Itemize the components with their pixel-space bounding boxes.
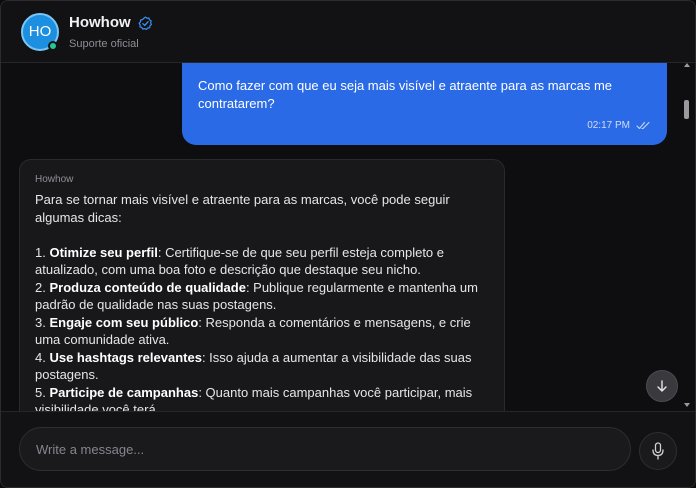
user-message-bubble: Como fazer com que eu seja mais visível … [182,63,667,145]
contact-name: Howhow [69,14,131,31]
chat-header: HO Howhow Suporte oficial [1,1,695,63]
arrow-down-icon [657,380,667,392]
scroll-to-bottom-button[interactable] [646,370,678,402]
message-input[interactable] [19,427,631,471]
microphone-button[interactable] [639,432,677,470]
tip-item: 3. Engaje com seu público: Responda a co… [35,314,471,348]
user-message-text: Como fazer com que eu seja mais visível … [198,78,613,111]
scroll-thumb[interactable] [684,100,689,119]
bot-intro: Para se tornar mais visível e atraente p… [35,192,450,225]
bot-message-bubble: Howhow Para se tornar mais visível e atr… [19,159,505,411]
double-check-icon [636,121,650,130]
chat-window: HO Howhow Suporte oficial Como fazer com… [0,0,696,488]
online-status-dot [48,41,58,51]
tip-item: 5. Participe de campanhas: Quanto mais c… [35,384,473,412]
tip-item: 1. Otimize seu perfil: Certifique-se de … [35,244,445,278]
tip-item: 4. Use hashtags relevantes: Isso ajuda a… [35,349,472,383]
message-meta: 02:17 PM [587,120,651,131]
contact-status: Suporte oficial [69,38,139,50]
message-composer [1,411,695,487]
message-time: 02:17 PM [587,120,630,131]
bot-message-text: Para se tornar mais visível e atraente p… [35,191,489,411]
scroll-down-arrow[interactable] [684,403,690,407]
tip-item: 2. Produza conteúdo de qualidade: Publiq… [35,279,478,313]
microphone-icon [652,442,664,460]
verified-check-icon [138,16,153,31]
scroll-up-arrow[interactable] [684,63,690,67]
scrollbar[interactable] [682,63,692,411]
message-list[interactable]: Como fazer com que eu seja mais visível … [1,63,679,411]
bot-sender-name: Howhow [35,174,74,185]
